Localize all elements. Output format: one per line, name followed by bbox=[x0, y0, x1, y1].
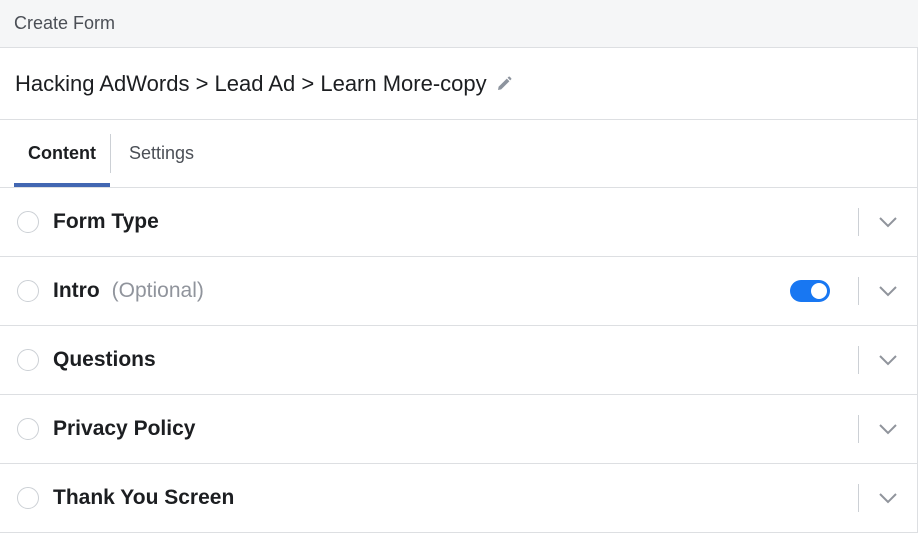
status-radio-icon bbox=[17, 418, 39, 440]
chevron-down-icon[interactable] bbox=[859, 257, 917, 325]
tab-content-label: Content bbox=[28, 143, 96, 163]
header-title: Create Form bbox=[14, 13, 116, 33]
status-radio-icon bbox=[17, 211, 39, 233]
section-intro[interactable]: Intro (Optional) bbox=[0, 257, 917, 326]
section-privacy-policy[interactable]: Privacy Policy bbox=[0, 395, 917, 464]
tab-content[interactable]: Content bbox=[14, 120, 110, 187]
section-title: Thank You Screen bbox=[53, 486, 235, 509]
pencil-icon[interactable] bbox=[495, 75, 513, 93]
section-thank-you-screen[interactable]: Thank You Screen bbox=[0, 464, 917, 533]
optional-label: (Optional) bbox=[111, 279, 204, 302]
form-sections: Form Type Intro (Optional) Questions Pri… bbox=[0, 188, 918, 533]
tab-settings-label: Settings bbox=[128, 143, 195, 163]
breadcrumb-text: Hacking AdWords > Lead Ad > Learn More-c… bbox=[15, 70, 487, 96]
status-radio-icon bbox=[17, 487, 39, 509]
section-title: Intro bbox=[53, 279, 100, 302]
section-title: Privacy Policy bbox=[53, 417, 196, 440]
intro-toggle[interactable] bbox=[790, 280, 830, 302]
chevron-down-icon[interactable] bbox=[859, 464, 917, 532]
section-questions[interactable]: Questions bbox=[0, 326, 917, 395]
status-radio-icon bbox=[17, 280, 39, 302]
tab-settings[interactable]: Settings bbox=[115, 120, 208, 187]
chevron-down-icon[interactable] bbox=[859, 188, 917, 256]
section-title: Form Type bbox=[53, 210, 159, 233]
section-form-type[interactable]: Form Type bbox=[0, 188, 917, 257]
tab-bar: Content Settings bbox=[0, 120, 918, 188]
chevron-down-icon[interactable] bbox=[859, 395, 917, 463]
form-header: Create Form bbox=[0, 0, 918, 48]
breadcrumb: Hacking AdWords > Lead Ad > Learn More-c… bbox=[0, 48, 918, 120]
chevron-down-icon[interactable] bbox=[859, 326, 917, 394]
section-title: Questions bbox=[53, 348, 156, 371]
tab-divider bbox=[109, 134, 111, 173]
status-radio-icon bbox=[17, 349, 39, 371]
toggle-knob bbox=[811, 283, 827, 299]
